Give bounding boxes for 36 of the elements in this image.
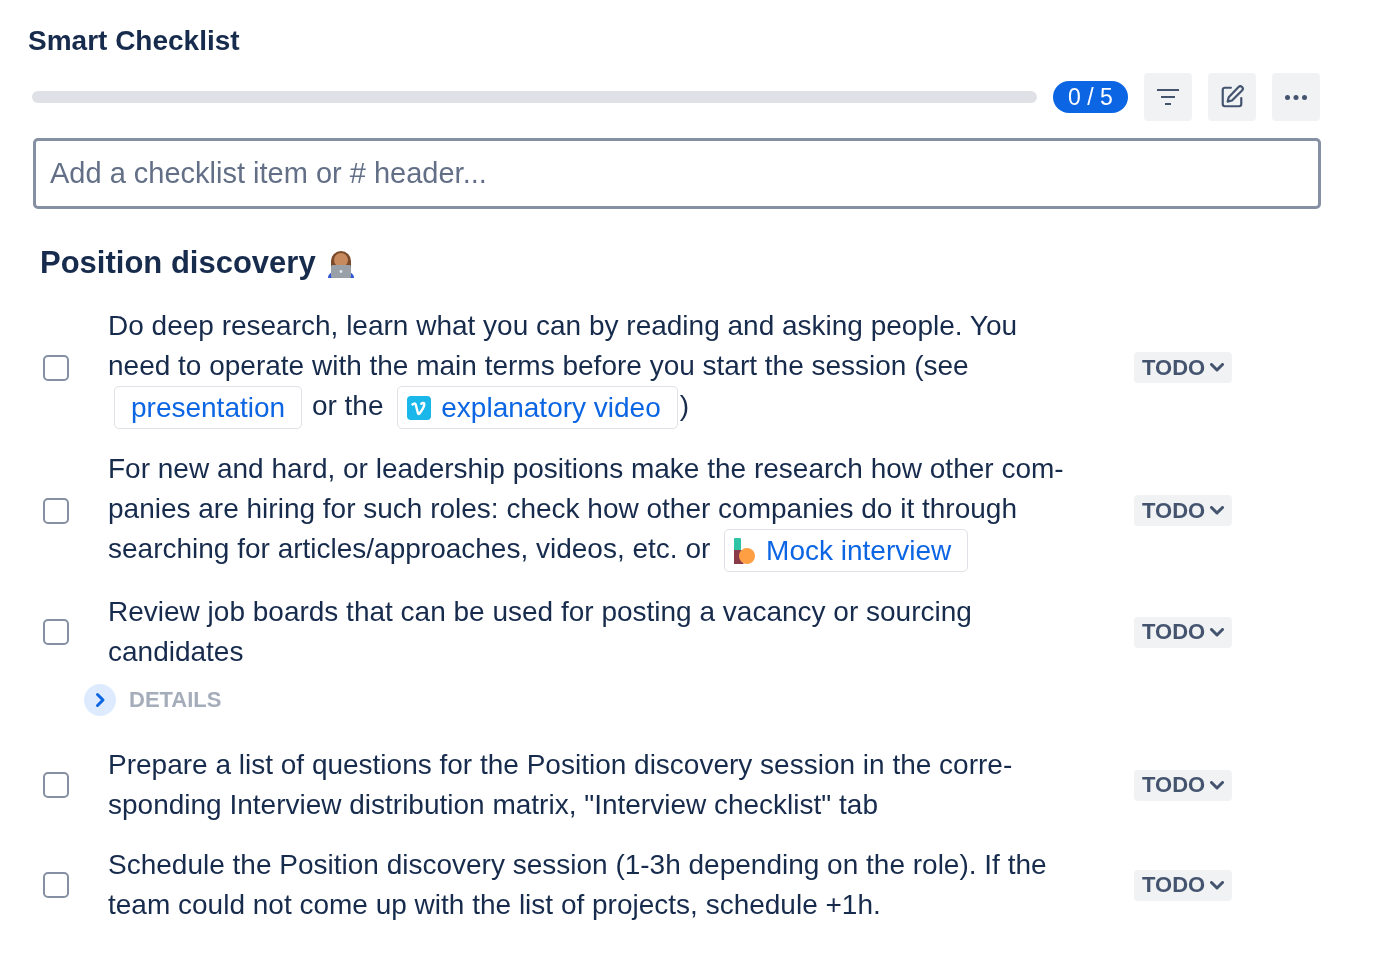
inline-link[interactable]: explanatory video bbox=[397, 386, 678, 430]
chevron-down-icon bbox=[1210, 506, 1225, 516]
checkbox[interactable] bbox=[43, 354, 69, 381]
chevron-down-icon bbox=[1210, 780, 1225, 790]
item-text: For new and hard, or leadership positions make the research how other com-panies are hiring for such roles: check how other companies do it through searching for articles/approaches, videos, etc. or Mock interview bbox=[108, 449, 1076, 573]
inline-link[interactable]: Mock interview bbox=[724, 529, 969, 573]
chevron-down-icon bbox=[1210, 363, 1225, 373]
item-text: Prepare a list of questions for the Position discovery session in the corre-sponding Interview distribution matrix, "Interview checklist" tab bbox=[108, 748, 1014, 823]
filter-button[interactable] bbox=[1144, 73, 1192, 121]
more-icon bbox=[1285, 94, 1307, 100]
item-text: Review job boards that can be used for posting a vacancy or sourcing candidates bbox=[108, 595, 973, 670]
v-logo-icon bbox=[407, 395, 432, 420]
item-text: Schedule the Position discovery session (1-3h depending on the role). If the team could not come up with the list of projects, schedule +1h. bbox=[108, 848, 1048, 923]
checkbox[interactable] bbox=[43, 619, 69, 646]
status-dropdown[interactable]: TODO bbox=[1134, 495, 1233, 527]
add-item-field[interactable]: Add a checklist item or # header... bbox=[33, 138, 1321, 209]
person-laptop-icon bbox=[325, 248, 356, 278]
chevron-down-icon bbox=[1210, 880, 1225, 890]
pencil-square-icon bbox=[1220, 85, 1244, 109]
item-text: Do deep research, learn what you can by reading and asking people. You need to operate with the main terms before you start the session (see presentation or the explanatory video ) bbox=[108, 306, 1076, 430]
checklist-title: Smart Checklist bbox=[28, 25, 241, 57]
checkbox[interactable] bbox=[43, 872, 69, 899]
checkbox[interactable] bbox=[43, 772, 69, 799]
filter-icon bbox=[1157, 89, 1179, 105]
chevron-down-icon bbox=[1210, 627, 1225, 637]
section-heading: Position discovery bbox=[40, 244, 316, 282]
status-dropdown[interactable]: TODO bbox=[1134, 869, 1233, 901]
status-dropdown[interactable]: TODO bbox=[1134, 616, 1233, 648]
status-dropdown[interactable]: TODO bbox=[1134, 352, 1233, 384]
shapes-logo-icon bbox=[734, 537, 757, 564]
edit-button[interactable] bbox=[1208, 73, 1256, 121]
status-dropdown[interactable]: TODO bbox=[1134, 769, 1233, 801]
inline-link[interactable]: presentation bbox=[114, 386, 303, 430]
more-button[interactable] bbox=[1272, 73, 1320, 121]
checkbox[interactable] bbox=[43, 497, 69, 524]
progress-count: 0 / 5 bbox=[1053, 81, 1128, 113]
